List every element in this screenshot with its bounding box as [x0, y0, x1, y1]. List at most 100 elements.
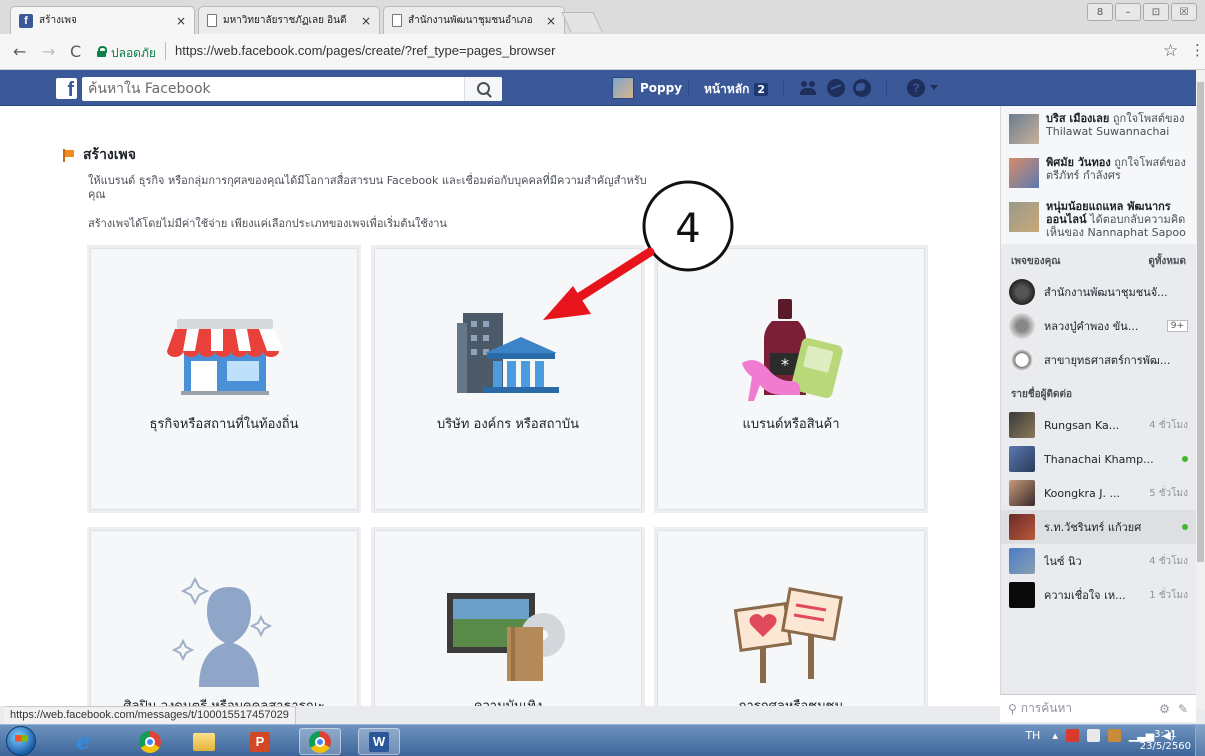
facebook-logo-icon[interactable]: f	[56, 78, 77, 99]
tab-title: มหาวิทยาลัยราชภัฏเลย อินดี	[223, 15, 347, 26]
clock-date: 23/5/2560	[1139, 741, 1191, 752]
help-icon[interactable]: ?	[907, 79, 925, 97]
right-sidebar: บริส เมืองเลย ถูกใจโพสต์ของ Thilawat Suw…	[1000, 106, 1196, 706]
facebook-favicon-icon: f	[19, 13, 33, 28]
document-favicon-icon	[207, 14, 217, 27]
avatar	[1009, 158, 1039, 188]
internet-explorer-icon[interactable]: e	[62, 728, 104, 755]
tray-expand-icon[interactable]: ▴	[1052, 729, 1058, 742]
browser-menu-icon[interactable]: ⋮	[1190, 41, 1205, 59]
category-card-entertainment[interactable]: ความบันเทิง	[371, 527, 645, 706]
category-card-company[interactable]: บริษัท องค์กร หรือสถาบัน	[371, 245, 645, 513]
your-pages-title: เพจของคุณ	[1011, 256, 1061, 267]
scrollbar-thumb[interactable]	[1197, 82, 1204, 562]
avatar	[1009, 582, 1035, 608]
tab-university[interactable]: มหาวิทยาลัยราชภัฏเลย อินดี ×	[198, 6, 380, 34]
tab-close-icon[interactable]: ×	[546, 14, 556, 28]
chrome-active-icon[interactable]	[299, 728, 341, 755]
avatar	[1009, 548, 1035, 574]
contact-item[interactable]: Thanachai Khamp...	[1001, 442, 1196, 476]
system-clock[interactable]: 3:21 23/5/2560	[1140, 729, 1191, 753]
facebook-header: f Poppy หน้าหลัก 2 ?	[0, 70, 1196, 106]
contact-item[interactable]: ร.ท.วัชรินทร์ แก้วยศ	[1001, 510, 1196, 544]
tab-create-page[interactable]: f สร้างเพจ ×	[10, 6, 195, 34]
sidebar-page-item[interactable]: สำนักงานพัฒนาชุมชนจั...	[1001, 275, 1196, 309]
gear-icon[interactable]: ⚙	[1159, 702, 1170, 716]
new-tab-button[interactable]	[561, 12, 603, 32]
friend-requests-icon[interactable]	[800, 79, 818, 97]
search-input[interactable]	[82, 77, 467, 101]
reload-icon[interactable]: C	[70, 42, 81, 62]
minimize-button[interactable]: –	[1115, 3, 1141, 21]
compose-icon[interactable]: ✎	[1178, 702, 1188, 716]
ticker-item[interactable]: บริส เมืองเลย ถูกใจโพสต์ของ Thilawat Suw…	[1001, 106, 1196, 150]
your-pages-header: เพจของคุณ ดูทั้งหมด	[1001, 244, 1196, 275]
sidebar-page-item[interactable]: สาขายุทธศาสตร์การพัฒ...	[1001, 343, 1196, 377]
restore-button[interactable]: ⊡	[1143, 3, 1169, 21]
file-explorer-icon[interactable]	[183, 728, 225, 755]
notifications-globe-icon[interactable]	[853, 79, 871, 97]
ticker-item[interactable]: หนุ่มน้อยแถแหล พัฒนากรออนไลน์ ได้ตอบกลับ…	[1001, 194, 1196, 244]
page-scrollbar[interactable]	[1196, 70, 1205, 710]
header-divider	[783, 81, 784, 95]
network-status-icon[interactable]	[1107, 729, 1121, 742]
contact-name: ร.ท.วัชรินทร์ แก้วยศ	[1044, 521, 1142, 534]
ticker-item[interactable]: พิศมัย วันทอง ถูกใจโพสต์ของ ตรีภัทร์ กำล…	[1001, 150, 1196, 194]
back-arrow-icon[interactable]: ←	[13, 42, 26, 62]
last-active-time: 5 ชั่วโมง	[1149, 487, 1188, 499]
tab-title: สร้างเพจ	[39, 15, 77, 26]
category-card-brand[interactable]: * แบรนด์หรือสินค้า	[654, 245, 928, 513]
page-avatar	[1009, 279, 1035, 305]
category-card-local-business[interactable]: ธุรกิจหรือสถานที่ในท้องถิ่น	[87, 245, 361, 513]
category-label: แบรนด์หรือสินค้า	[742, 417, 840, 432]
contact-item[interactable]: ความเชื่อใจ เห... 1 ชั่วโมง	[1001, 578, 1196, 612]
home-link[interactable]: หน้าหลัก 2	[704, 80, 769, 99]
account-menu-caret-icon[interactable]	[930, 85, 938, 90]
chat-search-bar[interactable]: ⚲ การค้นหา ⚙ ✎	[1000, 694, 1196, 722]
category-card-community[interactable]: การกุศลหรือชุมชน	[654, 527, 928, 706]
secure-label: ปลอดภัย	[111, 46, 156, 60]
profile-name: Poppy	[640, 81, 683, 95]
contact-name: Thanachai Khamp...	[1044, 452, 1154, 466]
profile-link[interactable]: Poppy	[612, 77, 682, 99]
tab-close-icon[interactable]: ×	[361, 14, 371, 28]
messenger-icon[interactable]	[827, 79, 845, 97]
forward-arrow-icon[interactable]: →	[42, 42, 55, 62]
see-all-link[interactable]: ดูทั้งหมด	[1148, 254, 1186, 269]
antivirus-icon[interactable]	[1065, 729, 1079, 742]
tab-community-office[interactable]: สำนักงานพัฒนาชุมชนอำเภอ ×	[383, 6, 565, 34]
lock-icon	[97, 46, 107, 57]
chrome-icon[interactable]	[129, 728, 171, 755]
close-window-button[interactable]: ☒	[1171, 3, 1197, 21]
search-icon: ⚲	[1008, 701, 1017, 716]
category-card-public-figure[interactable]: ศิลปิน วงดนตรี หรือบุคคลสาธารณะ	[87, 527, 361, 706]
page-subdescription: สร้างเพจได้โดยไม่มีค่าใช้จ่าย เพียงแค่เล…	[88, 217, 447, 230]
contact-item[interactable]: Koongkra J. ... 5 ชั่วโมง	[1001, 476, 1196, 510]
start-button-icon[interactable]	[6, 726, 36, 756]
storefront-icon	[167, 319, 283, 395]
avatar	[1009, 446, 1035, 472]
powerpoint-icon[interactable]: P	[239, 728, 281, 755]
search-icon[interactable]	[464, 77, 502, 101]
page-title: สร้างเพจ	[62, 144, 136, 166]
ticker-name: บริส เมืองเลย	[1046, 112, 1110, 125]
bookmark-star-icon[interactable]: ☆	[1163, 41, 1178, 61]
page-title-text: สร้างเพจ	[83, 147, 136, 163]
word-icon[interactable]: W	[358, 728, 400, 755]
contact-item[interactable]: Rungsan Ka... 4 ชั่วโมง	[1001, 408, 1196, 442]
action-center-flag-icon[interactable]	[1086, 729, 1100, 742]
address-bar[interactable]: https://web.facebook.com/pages/create/?r…	[175, 43, 555, 58]
contact-name: ไนซ์ นิว	[1044, 555, 1082, 568]
show-desktop-button[interactable]	[1195, 725, 1205, 756]
contacts-title: รายชื่อผู้ติดต่อ	[1011, 389, 1072, 400]
language-indicator[interactable]: TH	[1025, 729, 1040, 742]
home-count-badge: 2	[754, 83, 769, 96]
contact-item[interactable]: ไนซ์ นิว 4 ชั่วโมง	[1001, 544, 1196, 578]
browser-toolbar: ← → C ปลอดภัย https://web.facebook.com/p…	[0, 34, 1205, 70]
user-icon[interactable]: 8	[1087, 3, 1113, 21]
annotation-number: 4	[675, 206, 700, 252]
sidebar-page-item[interactable]: หลวงปู่คำพอง ขัน... 9+	[1001, 309, 1196, 343]
tab-close-icon[interactable]: ×	[176, 14, 186, 28]
header-divider	[688, 81, 689, 95]
page-avatar	[1009, 313, 1035, 339]
